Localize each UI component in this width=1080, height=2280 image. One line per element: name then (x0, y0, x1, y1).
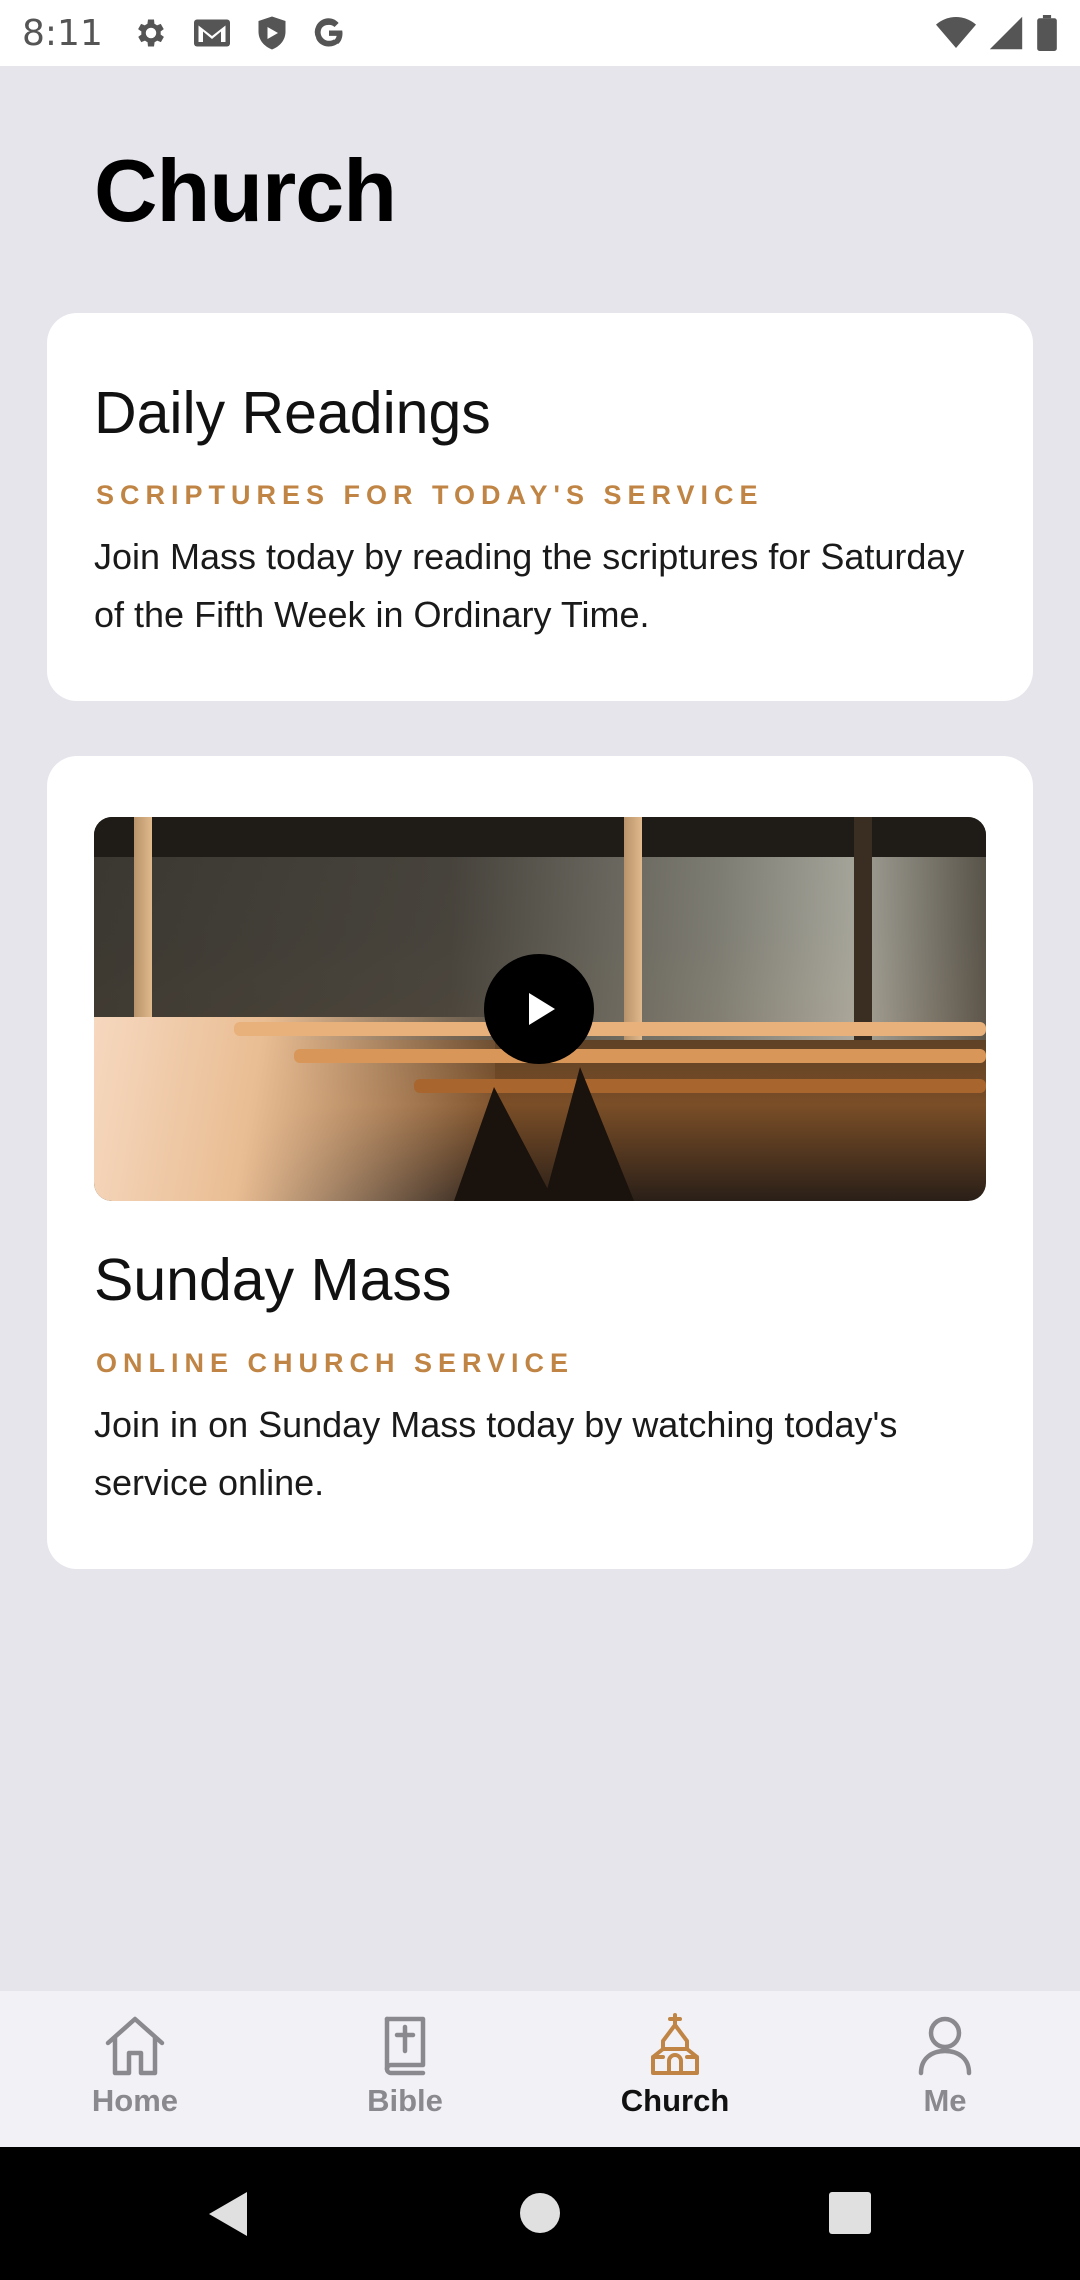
wifi-icon (936, 15, 976, 51)
play-button[interactable] (484, 954, 594, 1064)
nav-label-bible: Bible (367, 2083, 443, 2118)
person-icon (913, 2013, 977, 2077)
gmail-icon (191, 15, 233, 51)
shield-icon (255, 15, 289, 51)
thumbnail-light (94, 1016, 496, 1201)
nav-item-me[interactable]: Me (810, 1991, 1080, 2147)
daily-readings-description: Join Mass today by reading the scripture… (94, 536, 965, 635)
status-bar: 8:11 (0, 0, 1080, 66)
status-left: 8:11 (22, 13, 347, 54)
thumbnail-beam (94, 817, 986, 857)
thumbnail-pew (294, 1049, 986, 1063)
sunday-mass-subtitle: ONLINE CHURCH SERVICE (96, 1348, 575, 1378)
church-icon (643, 2013, 707, 2077)
settings-icon (133, 15, 169, 51)
system-navigation-bar (0, 2147, 1080, 2280)
back-icon[interactable] (205, 2190, 249, 2243)
page-title: Church (94, 141, 397, 240)
bottom-navigation: Home Bible Church Me (0, 1991, 1080, 2147)
home-icon (100, 2013, 170, 2077)
thumbnail-pillar (134, 817, 152, 1040)
recents-icon[interactable] (829, 2192, 871, 2239)
status-time: 8:11 (22, 12, 103, 54)
nav-item-church[interactable]: Church (540, 1991, 810, 2147)
video-thumbnail[interactable] (94, 817, 986, 1201)
battery-icon (1036, 15, 1058, 51)
nav-label-home: Home (91, 2083, 179, 2118)
home-button-icon[interactable] (519, 2192, 561, 2239)
nav-label-church: Church (620, 2083, 730, 2118)
daily-readings-title: Daily Readings (94, 380, 491, 446)
daily-readings-subtitle: SCRIPTURES FOR TODAY'S SERVICE (96, 480, 764, 510)
play-icon (529, 993, 555, 1025)
signal-icon (988, 15, 1024, 51)
nav-item-home[interactable]: Home (0, 1991, 270, 2147)
nav-label-me: Me (923, 2083, 967, 2118)
thumbnail-pillar (854, 817, 872, 1040)
status-right (936, 15, 1058, 51)
thumbnail-pew (234, 1022, 986, 1036)
nav-item-bible[interactable]: Bible (270, 1991, 540, 2147)
thumbnail-pew (414, 1079, 986, 1093)
bible-icon (373, 2013, 437, 2077)
sunday-mass-card[interactable]: Sunday Mass ONLINE CHURCH SERVICE Join i… (47, 756, 1033, 1569)
sunday-mass-title: Sunday Mass (94, 1247, 452, 1313)
sunday-mass-description: Join in on Sunday Mass today by watching… (94, 1404, 898, 1503)
google-icon (311, 15, 347, 51)
daily-readings-card[interactable]: Daily Readings SCRIPTURES FOR TODAY'S SE… (47, 313, 1033, 701)
thumbnail-pillar (624, 817, 642, 1040)
